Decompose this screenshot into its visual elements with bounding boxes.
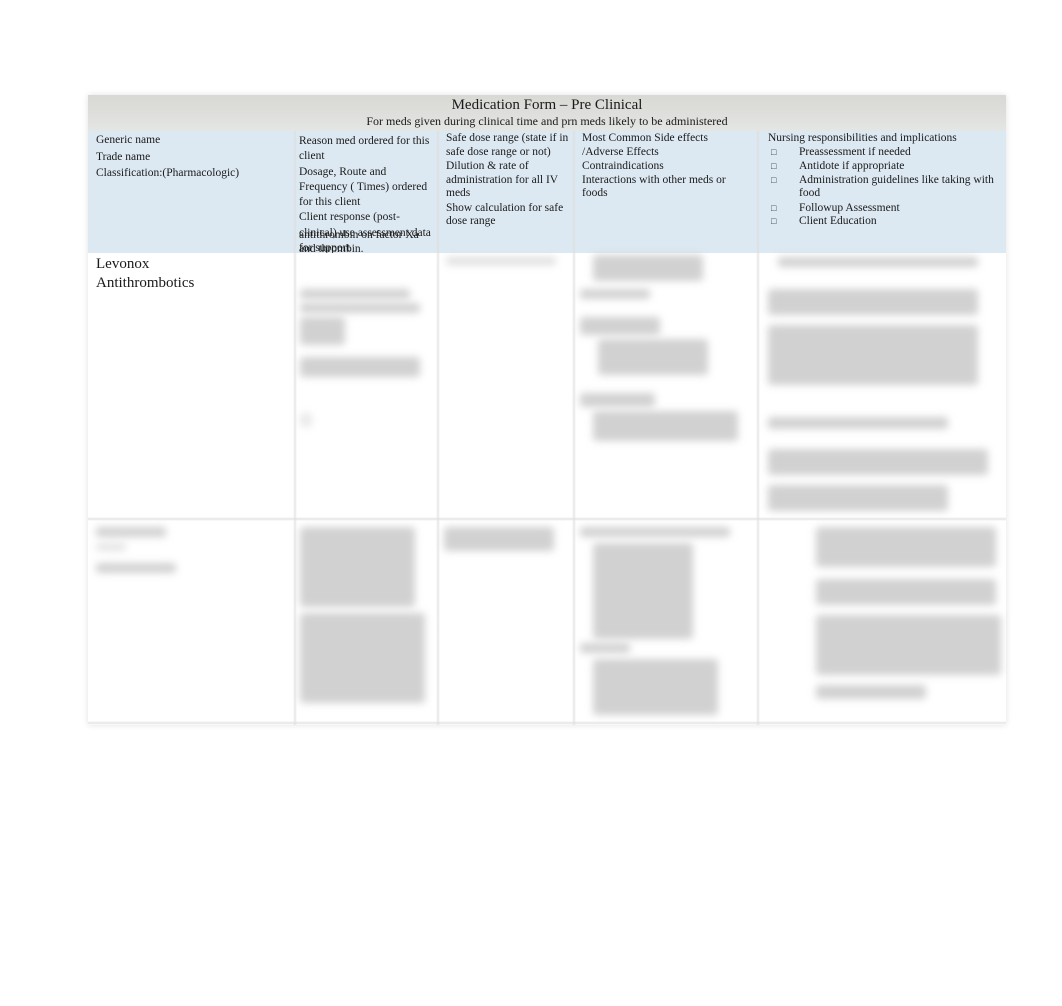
header-generic-column: Generic name Trade name Classification:(… <box>96 134 286 184</box>
blurred-text <box>580 393 655 407</box>
blurred-text <box>768 289 978 315</box>
blurred-text <box>580 317 660 335</box>
blurred-text <box>300 357 420 377</box>
blurred-text <box>300 303 420 313</box>
list-item: □ Client Education <box>768 215 998 229</box>
header-trade-name: Trade name <box>96 150 151 163</box>
header-dilution: Dilution & rate of administration for al… <box>446 160 558 199</box>
blurred-text <box>580 289 650 299</box>
header-generic-name: Generic name <box>96 134 161 146</box>
blurred-text <box>300 317 345 345</box>
blurred-text <box>300 527 415 607</box>
header-nursing-title: Nursing responsibilities and implication… <box>768 132 957 144</box>
blurred-text <box>96 563 176 573</box>
header-safe-dose-column: Safe dose range (state if in safe dose r… <box>446 132 571 229</box>
list-item: □ Preassessment if needed <box>768 146 998 160</box>
header-safe-dose: Safe dose range (state if in safe dose r… <box>446 132 569 158</box>
column-divider <box>572 131 576 725</box>
blurred-text <box>778 257 978 267</box>
blurred-text <box>768 449 988 475</box>
bullet-icon: □ <box>771 161 777 171</box>
column-divider <box>293 131 297 725</box>
header-reason: Reason med ordered for this client <box>299 135 430 163</box>
header-side-effects-column: Most Common Side effects /Adverse Effect… <box>582 132 752 201</box>
blurred-text <box>593 411 738 441</box>
medication-form: Medication Form – Pre Clinical For meds … <box>88 95 1006 725</box>
blurred-text <box>593 543 693 639</box>
column-divider <box>756 131 760 725</box>
column-divider <box>436 131 440 725</box>
blurred-text <box>96 543 126 551</box>
blurred-text <box>580 643 630 653</box>
row-divider <box>88 721 1006 725</box>
blurred-text <box>816 615 1001 675</box>
blurred-text <box>593 255 703 281</box>
blurred-text <box>816 527 996 567</box>
header-contraindications: Contraindications <box>582 160 664 172</box>
form-title: Medication Form – Pre Clinical <box>451 97 643 113</box>
generic-name: Levonox <box>96 256 150 272</box>
blurred-text <box>768 325 978 385</box>
blurred-text <box>768 417 948 429</box>
blurred-text <box>300 613 425 703</box>
blurred-text <box>816 579 996 605</box>
reason-continuation: antithrombin on factor Xa and thrombin. <box>299 229 419 255</box>
bullet-icon: □ <box>771 202 777 213</box>
list-item: □ Followup Assessment <box>768 202 998 216</box>
bullet-icon: □ <box>771 216 777 226</box>
blurred-text <box>300 289 410 299</box>
table-row: Levonox Antithrombotics antithrombin on … <box>88 229 1006 519</box>
blurred-text <box>96 527 166 537</box>
header-dosage: Dosage, Route and Frequency ( Times) ord… <box>299 165 428 209</box>
header-classification: Classification:(Pharmacologic) <box>96 167 240 179</box>
title-strip: Medication Form – Pre Clinical For meds … <box>88 95 1006 131</box>
table-header-row: Generic name Trade name Classification:(… <box>88 131 1006 254</box>
form-subtitle: For meds given during clinical time and … <box>366 114 728 128</box>
bullet-icon: □ <box>771 146 777 157</box>
blurred-text <box>300 413 312 427</box>
blurred-text <box>593 659 718 715</box>
header-interactions: Interactions with other meds or foods <box>582 173 726 200</box>
header-calculation: Show calculation for safe dose range <box>446 201 564 228</box>
header-side-effects: Most Common Side effects /Adverse Effect… <box>582 132 708 158</box>
blurred-text <box>446 257 556 265</box>
blurred-text <box>598 339 708 375</box>
table-row <box>88 519 1006 725</box>
blurred-text <box>816 685 926 699</box>
blurred-text <box>768 485 948 511</box>
blurred-text <box>580 527 730 537</box>
blurred-text <box>444 527 554 551</box>
header-nursing-column: Nursing responsibilities and implication… <box>768 132 998 229</box>
bullet-icon: □ <box>771 174 777 185</box>
row-divider <box>88 517 1006 521</box>
list-item: □ Antidote if appropriate <box>768 160 998 174</box>
list-item: □ Administration guidelines like taking w… <box>768 174 998 201</box>
classification: Antithrombotics <box>96 275 195 291</box>
row-generic-column: Levonox Antithrombotics <box>96 255 194 293</box>
